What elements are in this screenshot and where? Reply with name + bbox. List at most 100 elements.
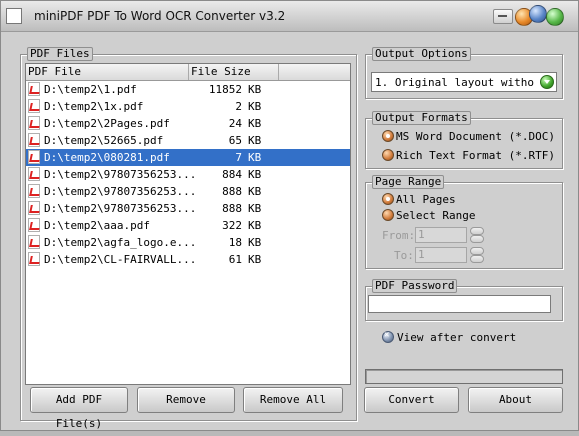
password-legend: PDF Password (372, 279, 458, 293)
file-size: 322 (222, 219, 242, 232)
spin-up-icon[interactable] (470, 247, 484, 255)
file-size-unit: KB (248, 83, 262, 96)
to-spinner[interactable] (470, 247, 484, 263)
radio-rtf-label: Rich Text Format (*.RTF) (396, 149, 555, 162)
file-name: D:\temp2\aaa.pdf (44, 219, 150, 232)
file-size: 24 (228, 117, 242, 130)
from-spinner[interactable] (470, 227, 484, 243)
file-name: D:\temp2\1x.pdf (44, 100, 144, 113)
output-options-legend: Output Options (372, 47, 471, 61)
file-name: D:\temp2\52665.pdf (44, 134, 164, 147)
column-header-pdf-file[interactable]: PDF File (26, 64, 189, 80)
radio-ms-word[interactable] (382, 130, 394, 142)
add-pdf-files-button[interactable]: Add PDF File(s) (30, 387, 128, 430)
file-name: D:\temp2\97807356253... (44, 202, 197, 215)
file-size: 11852 (208, 83, 242, 96)
password-input[interactable] (368, 295, 551, 313)
app-window: miniPDF PDF To Word OCR Converter v3.2 P… (0, 0, 579, 431)
radio-select-range[interactable] (382, 209, 394, 221)
pdf-file-icon (28, 252, 40, 266)
page-range-legend: Page Range (372, 175, 445, 189)
file-size: 2 (235, 100, 242, 113)
file-size-unit: KB (248, 168, 262, 181)
table-row[interactable]: D:\temp2\97807356253... 888 KB (26, 183, 350, 200)
pdf-file-icon (28, 133, 40, 147)
pdf-file-icon (28, 218, 40, 232)
blue-orb-icon[interactable] (529, 5, 547, 23)
radio-rtf[interactable] (382, 149, 394, 161)
table-row[interactable]: D:\temp2\1.pdf 11852 KB (26, 81, 350, 98)
spin-down-icon[interactable] (470, 235, 484, 243)
list-header: PDF File File Size (26, 64, 350, 81)
file-name: D:\temp2\1.pdf (44, 83, 137, 96)
file-size: 7 (235, 151, 242, 164)
table-row[interactable]: D:\temp2\97807356253... 888 KB (26, 200, 350, 217)
radio-all-pages[interactable] (382, 193, 394, 205)
radio-select-range-label: Select Range (396, 209, 476, 222)
column-header-file-size[interactable]: File Size (189, 64, 279, 80)
table-row[interactable]: D:\temp2\2Pages.pdf 24 KB (26, 115, 350, 132)
view-after-convert-checkbox[interactable] (382, 330, 394, 343)
view-after-convert-label: View after convert (397, 331, 517, 344)
file-size: 884 (222, 168, 242, 181)
pdf-file-icon (28, 116, 40, 130)
from-input[interactable]: 1 (415, 227, 467, 243)
file-size-unit: KB (248, 185, 262, 198)
file-name: D:\temp2\agfa_logo.e... (44, 236, 197, 249)
file-size-unit: KB (248, 253, 262, 266)
remove-all-button[interactable]: Remove All (243, 387, 343, 413)
table-row[interactable]: D:\temp2\97807356253... 884 KB (26, 166, 350, 183)
file-size-unit: KB (248, 202, 262, 215)
table-row[interactable]: D:\temp2\1x.pdf 2 KB (26, 98, 350, 115)
file-name: D:\temp2\080281.pdf (44, 151, 170, 164)
table-row[interactable]: D:\temp2\52665.pdf 65 KB (26, 132, 350, 149)
about-button[interactable]: About (468, 387, 563, 413)
table-row[interactable]: D:\temp2\agfa_logo.e... 18 KB (26, 234, 350, 251)
file-size: 18 (228, 236, 242, 249)
window-title: miniPDF PDF To Word OCR Converter v3.2 (34, 9, 286, 23)
file-size: 65 (228, 134, 242, 147)
file-size-unit: KB (248, 117, 262, 130)
pdf-file-list[interactable]: PDF File File Size D:\temp2\1.pdf 11852 KB… (25, 63, 351, 385)
file-size: 888 (222, 202, 242, 215)
spin-up-icon[interactable] (470, 227, 484, 235)
file-name: D:\temp2\97807356253... (44, 185, 197, 198)
convert-button[interactable]: Convert (364, 387, 459, 413)
layout-select[interactable]: 1. Original layout without text box (371, 72, 557, 92)
file-size-unit: KB (248, 100, 262, 113)
pdf-file-icon (28, 201, 40, 215)
file-name: D:\temp2\97807356253... (44, 168, 197, 181)
output-formats-legend: Output Formats (372, 111, 471, 125)
radio-all-pages-label: All Pages (396, 193, 456, 206)
remove-button[interactable]: Remove (137, 387, 235, 413)
app-icon (6, 8, 22, 24)
layout-select-value: 1. Original layout without text box (375, 76, 535, 89)
to-label: To: (394, 249, 414, 262)
radio-ms-word-label: MS Word Document (*.DOC) (396, 130, 555, 143)
table-row[interactable]: D:\temp2\CL-FAIRVALL... 61 KB (26, 251, 350, 268)
from-label: From: (382, 229, 416, 242)
minimize-button[interactable] (493, 9, 513, 24)
table-row[interactable]: D:\temp2\aaa.pdf 322 KB (26, 217, 350, 234)
dropdown-arrow-icon[interactable] (540, 75, 554, 89)
pdf-file-icon (28, 82, 40, 96)
pdf-file-icon (28, 184, 40, 198)
table-row[interactable]: D:\temp2\080281.pdf 7 KB (26, 149, 350, 166)
title-bar[interactable]: miniPDF PDF To Word OCR Converter v3.2 (1, 1, 578, 32)
to-input[interactable]: 1 (415, 247, 467, 263)
file-size: 888 (222, 185, 242, 198)
pdf-file-icon (28, 99, 40, 113)
pdf-file-icon (28, 150, 40, 164)
file-size-unit: KB (248, 134, 262, 147)
green-orb-icon[interactable] (546, 8, 564, 26)
file-size-unit: KB (248, 219, 262, 232)
pdf-file-icon (28, 235, 40, 249)
file-size: 61 (228, 253, 242, 266)
file-size-unit: KB (248, 236, 262, 249)
file-name: D:\temp2\2Pages.pdf (44, 117, 170, 130)
file-name: D:\temp2\CL-FAIRVALL... (44, 253, 197, 266)
spin-down-icon[interactable] (470, 255, 484, 263)
pdf-file-icon (28, 167, 40, 181)
file-size-unit: KB (248, 151, 262, 164)
pdf-files-legend: PDF Files (27, 47, 93, 61)
